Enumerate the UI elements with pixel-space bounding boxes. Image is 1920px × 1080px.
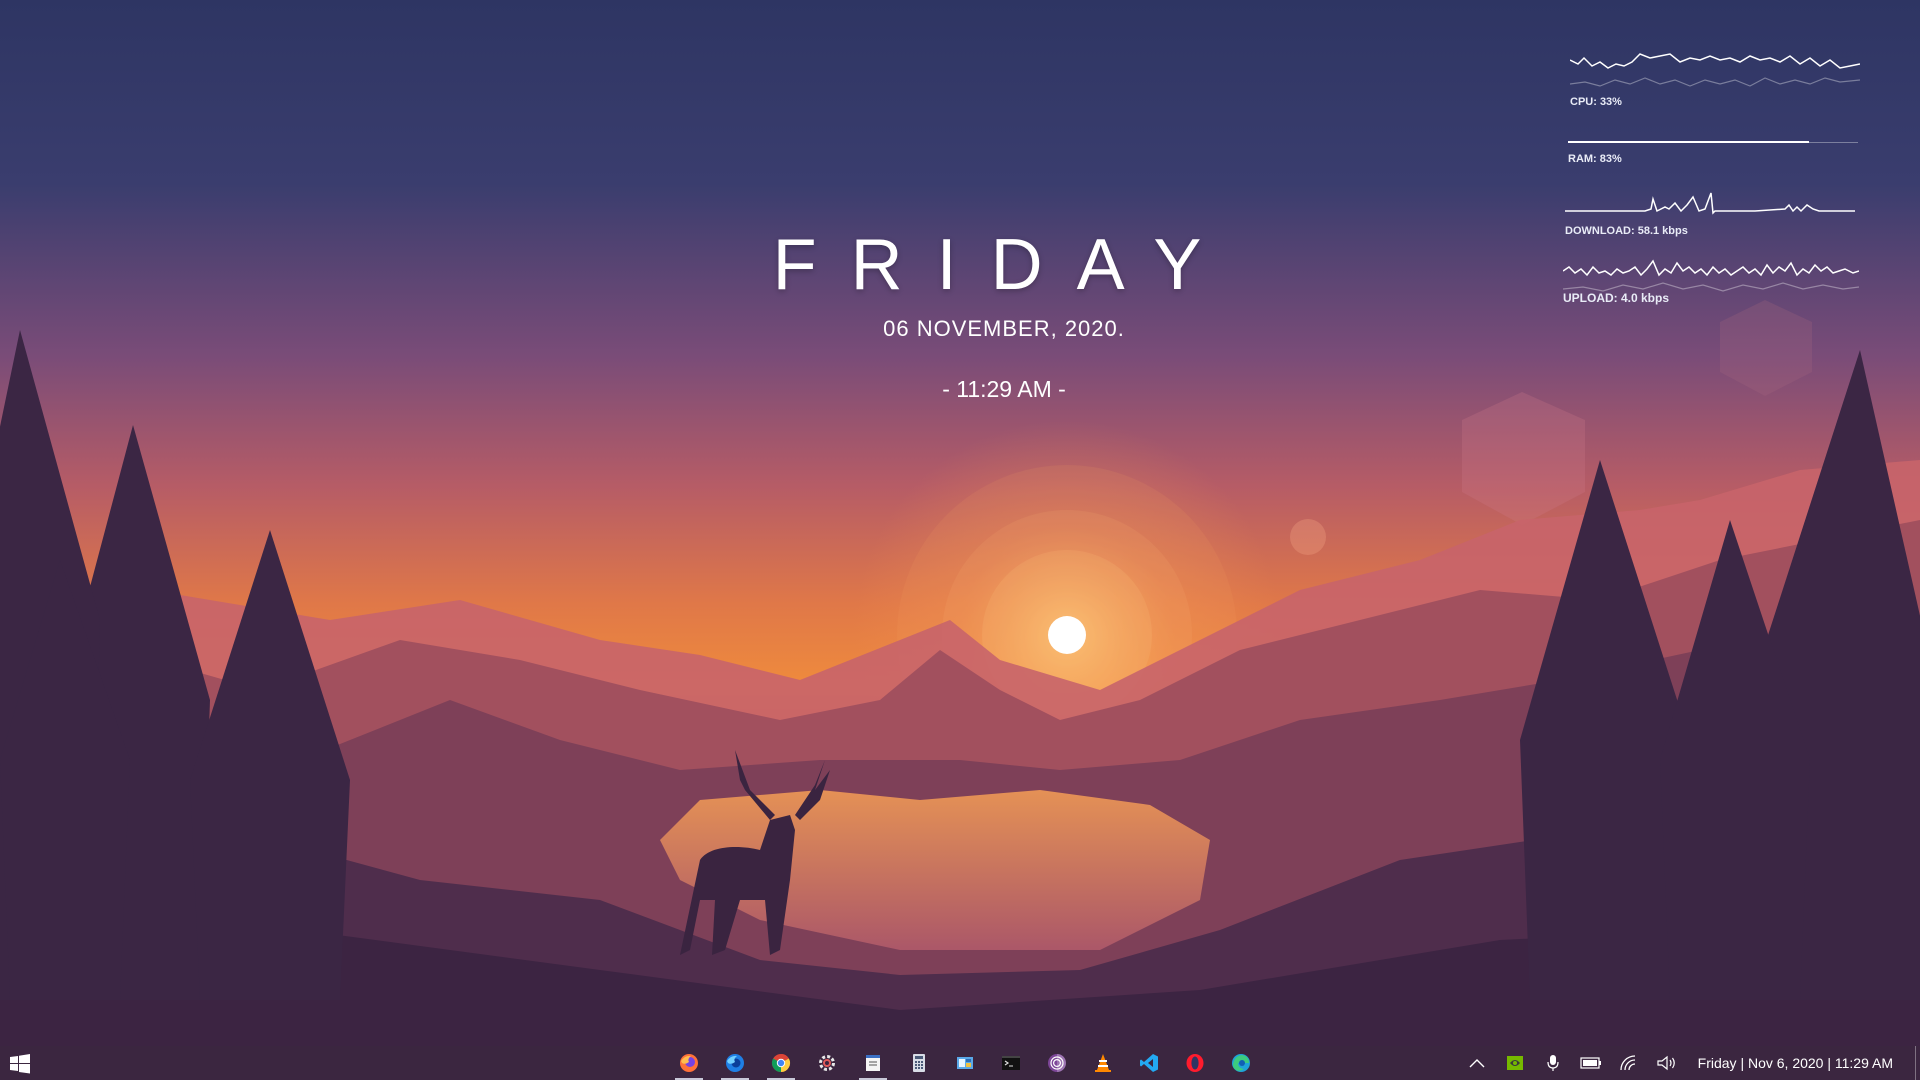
desktop-date: 06 NOVEMBER, 2020.: [883, 316, 1125, 341]
show-hidden-icons-button[interactable]: [1458, 1046, 1496, 1080]
ram-meter: RAM: 83%: [1568, 140, 1868, 165]
chrome-icon: [771, 1054, 791, 1072]
speaker-icon: [1657, 1055, 1675, 1071]
taskbar-terminal[interactable]: [988, 1046, 1034, 1080]
firefox-icon: [680, 1054, 698, 1072]
taskbar-opera[interactable]: [1172, 1046, 1218, 1080]
gear-icon: [819, 1055, 835, 1071]
tray-network[interactable]: [1610, 1046, 1648, 1080]
upload-meter: UPLOAD: 4.0 kbps: [1563, 255, 1863, 305]
tor-icon: [1048, 1054, 1066, 1072]
edge-icon: [1232, 1054, 1250, 1072]
chevron-up-icon: [1469, 1059, 1485, 1068]
show-desktop-button[interactable]: [1915, 1046, 1920, 1080]
taskbar-calculator[interactable]: [896, 1046, 942, 1080]
ram-label: RAM: 83%: [1568, 153, 1622, 165]
calculator-icon: [913, 1054, 925, 1072]
cpu-graph: [1570, 53, 1860, 87]
firefox-dev-icon: [726, 1054, 744, 1072]
vscode-icon: [1140, 1054, 1158, 1072]
cpu-meter: CPU: 33%: [1570, 50, 1870, 108]
taskbar-tor-browser[interactable]: [1034, 1046, 1080, 1080]
taskbar-firefox-developer[interactable]: [712, 1046, 758, 1080]
taskbar-clock[interactable]: Friday | Nov 6, 2020 | 11:29 AM: [1686, 1055, 1915, 1071]
taskbar-settings[interactable]: [804, 1046, 850, 1080]
taskbar-vscode[interactable]: [1126, 1046, 1172, 1080]
upload-graph: [1563, 259, 1859, 292]
download-meter: DOWNLOAD: 58.1 kbps: [1565, 185, 1865, 237]
tray-microphone[interactable]: [1534, 1046, 1572, 1080]
download-label: DOWNLOAD: 58.1 kbps: [1565, 225, 1688, 237]
microphone-icon: [1547, 1055, 1559, 1071]
wifi-icon: [1620, 1055, 1635, 1071]
tray-nvidia[interactable]: [1496, 1046, 1534, 1080]
ram-bar: [1568, 140, 1858, 146]
windows-logo-icon: [10, 1054, 30, 1074]
taskbar: Friday | Nov 6, 2020 | 11:29 AM: [0, 1046, 1920, 1080]
vlc-icon: [1095, 1054, 1111, 1072]
taskbar-notepad[interactable]: [850, 1046, 896, 1080]
cpu-label: CPU: 33%: [1570, 96, 1622, 108]
terminal-icon: [1002, 1056, 1020, 1070]
taskbar-firefox[interactable]: [666, 1046, 712, 1080]
nvidia-icon: [1506, 1056, 1523, 1070]
taskbar-chrome[interactable]: [758, 1046, 804, 1080]
sun: [1048, 616, 1086, 654]
tray-battery[interactable]: [1572, 1046, 1610, 1080]
ram-bar-fill: [1568, 141, 1809, 143]
taskbar-edge[interactable]: [1218, 1046, 1264, 1080]
notepad-icon: [866, 1055, 880, 1071]
taskbar-vlc[interactable]: [1080, 1046, 1126, 1080]
opera-icon: [1186, 1054, 1204, 1072]
desktop-time: - 11:29 AM -: [942, 376, 1066, 402]
control-panel-icon: [957, 1057, 973, 1069]
system-tray: Friday | Nov 6, 2020 | 11:29 AM: [1458, 1046, 1920, 1080]
taskbar-control-panel[interactable]: [942, 1046, 988, 1080]
taskbar-apps: [666, 1046, 1264, 1080]
download-graph: [1565, 192, 1855, 215]
tray-volume[interactable]: [1648, 1046, 1686, 1080]
upload-label: UPLOAD: 4.0 kbps: [1563, 291, 1670, 305]
battery-icon: [1580, 1057, 1601, 1069]
start-button[interactable]: [10, 1054, 30, 1074]
